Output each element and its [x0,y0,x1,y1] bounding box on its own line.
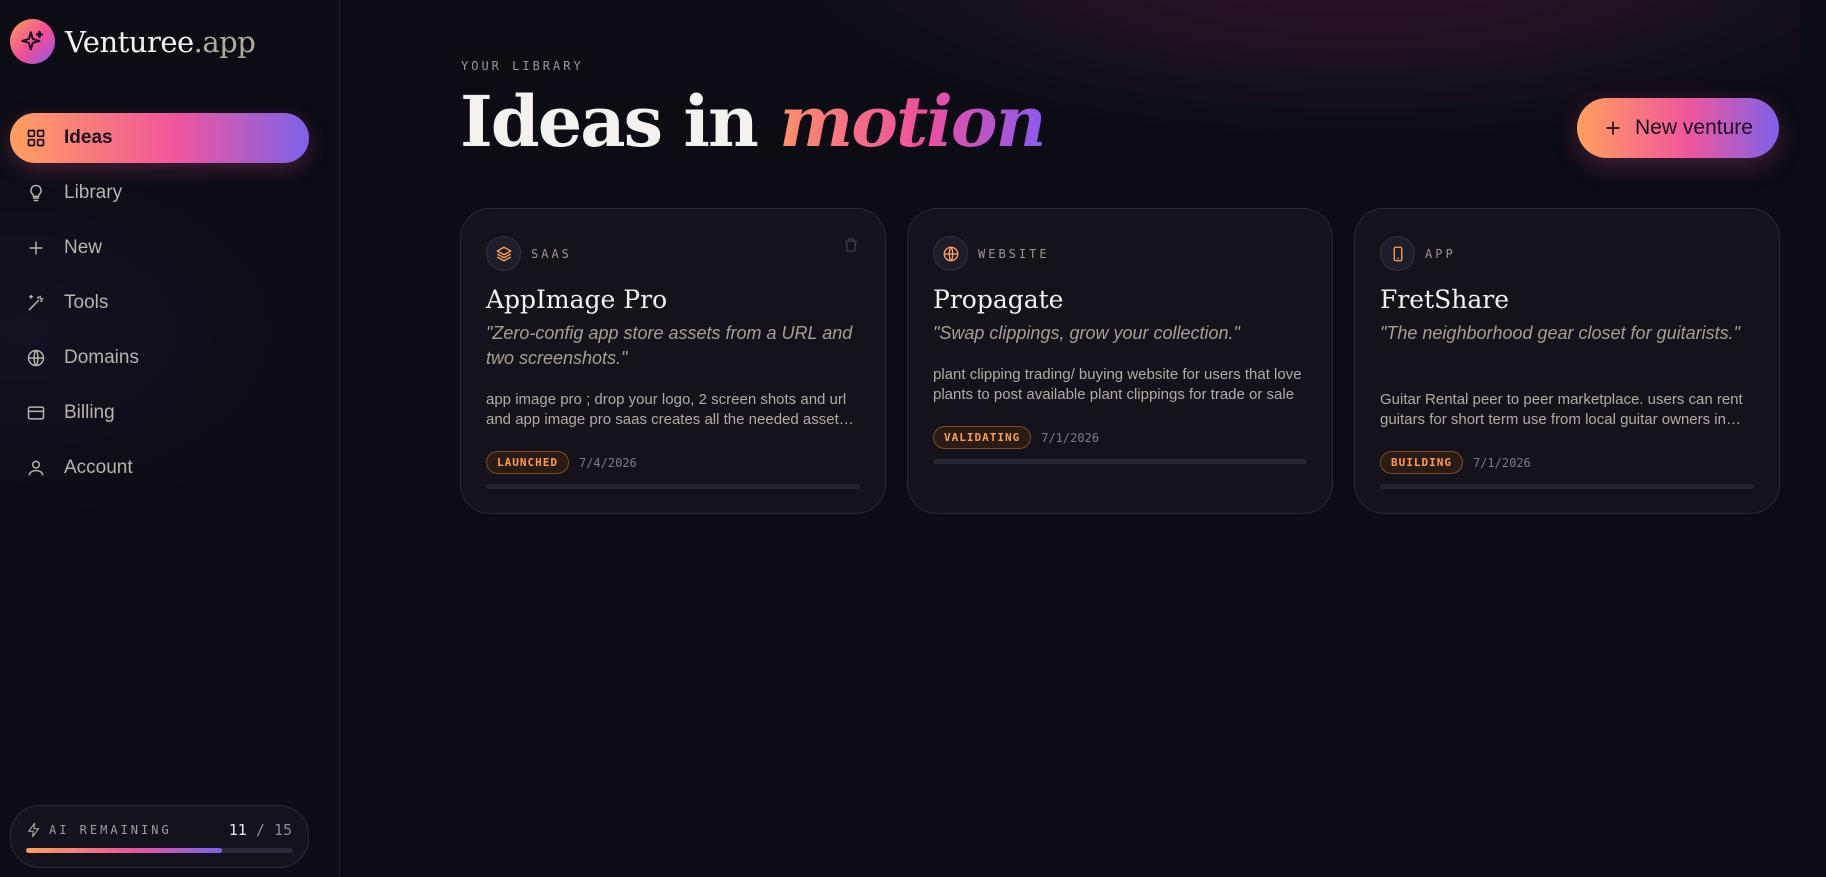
page-title: Ideas in motion [460,80,1046,163]
lightbulb-icon [30,184,42,202]
ai-remaining-label: AI REMAINING [49,823,172,837]
card-meta: BUILDING 7/1/2026 [1380,451,1531,474]
globe-icon [27,349,45,367]
phone-icon [1380,236,1415,271]
sidebar-item-label: Domains [64,347,139,368]
status-badge: BUILDING [1380,451,1463,474]
sidebar-item-label: Ideas [64,127,113,148]
globe-icon [933,236,968,271]
card-tagline: "Swap clippings, grow your collection." [933,323,1240,343]
sidebar-item-label: Billing [64,402,115,423]
card-type-label: APP [1425,246,1456,261]
sidebar: Venturee.app Ideas Library New Tools Dom… [0,0,340,877]
card-progress [933,459,1307,464]
status-badge: LAUNCHED [486,451,569,474]
card-type-row: SAAS [486,236,572,271]
sidebar-item-label: Account [64,457,133,478]
ai-remaining-panel: AI REMAINING 11 / 15 [10,805,309,868]
sidebar-item-new[interactable]: New [10,223,309,273]
card-date: 7/1/2026 [1472,455,1531,470]
card-progress [486,484,860,489]
magic-wand-icon [28,294,44,311]
ai-remaining-progress-fill [26,848,222,853]
venture-card-grid: SAAS AppImage Pro "Zero-config app store… [460,208,1780,514]
card-description: Guitar Rental peer to peer marketplace. … [1380,391,1743,428]
card-description: plant clipping trading/ buying website f… [933,366,1302,403]
plus-icon [29,241,43,255]
user-icon [28,460,44,476]
lightning-icon [28,822,40,838]
card-date: 7/1/2026 [1041,430,1100,445]
credit-card-icon [27,406,45,420]
card-type-row: APP [1380,236,1456,271]
card-tagline: "Zero-config app store assets from a URL… [486,323,853,368]
sparkle-logo-icon [10,19,55,64]
card-description: app image pro ; drop your logo, 2 screen… [486,391,847,428]
page-eyebrow: YOUR LIBRARY [461,59,584,73]
ai-remaining-progress [26,848,293,853]
sidebar-item-tools[interactable]: Tools [10,278,309,328]
card-title: AppImage Pro [486,285,668,314]
card-type-row: WEBSITE [933,236,1050,271]
card-meta: VALIDATING 7/1/2026 [933,426,1099,449]
sidebar-item-label: Library [64,182,123,203]
ai-remaining-count: 11 / 15 [228,821,292,839]
card-type-label: SAAS [531,246,572,261]
status-badge: VALIDATING [933,426,1032,449]
brand-name: Venturee.app [65,24,256,59]
new-venture-label: New venture [1635,116,1753,139]
venture-card[interactable]: APP FretShare "The neighborhood gear clo… [1354,208,1780,514]
brand[interactable]: Venturee.app [10,19,256,64]
sidebar-item-domains[interactable]: Domains [10,333,309,383]
sidebar-item-account[interactable]: Account [10,443,309,493]
card-title: FretShare [1380,285,1510,314]
trash-icon[interactable] [842,236,860,254]
sidebar-item-library[interactable]: Library [10,168,309,218]
card-tagline: "The neighborhood gear closet for guitar… [1380,323,1740,343]
sidebar-item-label: New [64,237,103,258]
sidebar-item-billing[interactable]: Billing [10,388,309,438]
card-title: Propagate [933,285,1064,314]
grid-icon [27,129,45,147]
layers-icon [486,236,521,271]
sidebar-nav: Ideas Library New Tools Domains Billing … [10,113,309,498]
sidebar-item-ideas[interactable]: Ideas [10,113,309,163]
plus-icon [1606,121,1620,135]
new-venture-button[interactable]: New venture [1577,98,1779,158]
sidebar-item-label: Tools [64,292,109,313]
card-progress [1380,484,1754,489]
venture-card[interactable]: SAAS AppImage Pro "Zero-config app store… [460,208,886,514]
venture-card[interactable]: WEBSITE Propagate "Swap clippings, grow … [907,208,1333,514]
card-date: 7/4/2026 [578,455,637,470]
card-type-label: WEBSITE [978,246,1050,261]
card-meta: LAUNCHED 7/4/2026 [486,451,637,474]
